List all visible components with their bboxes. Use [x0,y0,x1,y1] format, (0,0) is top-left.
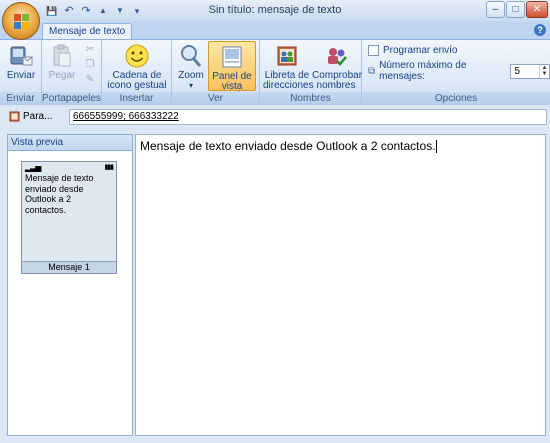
group-label-opciones: Opciones [362,92,550,105]
address-book-label-line2: direcciones [263,80,314,91]
battery-icon: ▮▮▮ [104,164,114,171]
send-icon [10,46,33,66]
to-button[interactable]: Para... [9,111,52,122]
paste-label: Pegar [48,70,76,81]
preview-pane-button[interactable]: Panel de vista previa [208,41,256,102]
max-messages-icon: ⧉ [368,65,376,77]
magnifier-icon [181,45,202,67]
zoom-dropdown-arrow: ▾ [188,81,193,90]
emoticon-button[interactable]: Cadena de icono gestual ▾ [105,41,169,101]
close-button[interactable]: ✕ [526,1,548,18]
group-enviar: Enviar Enviar [0,40,42,105]
spinner-arrows[interactable]: ▲ ▼ [539,64,549,78]
send-button[interactable]: Enviar [4,41,38,91]
schedule-send-checkbox[interactable] [368,45,379,56]
to-button-label: Para... [23,111,53,122]
message-editor[interactable]: Mensaje de texto enviado desde Outlook a… [135,134,546,436]
copy-icon[interactable]: ❐ [82,59,98,73]
address-book-icon [277,46,297,66]
group-opciones: Programar envío ⧉ Número máximo de mensa… [362,40,550,105]
help-icon[interactable]: ? [534,24,546,36]
signal-icon: ▂▃▅ [25,162,42,172]
preview-pane-header: Vista previa [8,135,132,151]
send-label: Enviar [6,70,36,81]
smiley-icon [125,44,149,68]
ribbon: Enviar Enviar Pegar ✂ ❐ ✎ Portapapeles C… [0,39,550,105]
schedule-send-label: Programar envío [383,45,458,56]
zoom-label: Zoom [178,70,204,81]
message-text: Mensaje de texto enviado desde Outlook a… [140,139,436,153]
title-bar: 💾 ↶ ↷ ▲ ▼ ▾ Sin título: mensaje de texto… [0,0,550,22]
paste-button[interactable]: Pegar [46,41,78,91]
max-messages-value[interactable]: 5 [511,65,539,78]
phone-status-bar: ▂▃▅ ▮▮▮ [22,162,116,172]
recipient-bar: Para... 666555999; 666333222 [0,105,550,130]
group-label-enviar: Enviar [0,92,41,105]
check-names-button[interactable]: Comprobar nombres [312,41,362,91]
office-logo-icon [14,14,29,29]
maximize-button[interactable]: □ [506,1,525,18]
phone-preview: ▂▃▅ ▮▮▮ Mensaje de texto enviado desde O… [21,161,117,274]
cut-icon[interactable]: ✂ [82,44,98,58]
group-nombres: Libreta de direcciones Comprobar nombres… [260,40,362,105]
group-label-insertar: Insertar [102,92,171,105]
recipients-input[interactable]: 666555999; 666333222 [69,109,547,125]
address-book-button[interactable]: Libreta de direcciones [263,41,314,91]
group-label-ver: Ver [172,92,259,105]
group-insertar: Cadena de icono gestual ▾ Insertar [102,40,172,105]
window-controls: – □ ✕ [486,1,548,18]
address-book-small-icon [9,111,20,122]
preview-pane-icon [222,46,242,68]
recipients-value: 666555999; 666333222 [73,111,179,122]
minimize-button[interactable]: – [486,1,505,18]
check-names-label-line2: nombres [316,80,356,91]
paste-icon [53,44,71,67]
text-caret [435,140,437,153]
max-messages-row: ⧉ Número máximo de mensajes: 5 ▲ ▼ [368,60,550,82]
group-portapapeles: Pegar ✂ ❐ ✎ Portapapeles [42,40,102,105]
check-names-icon [328,48,347,66]
format-painter-icon[interactable]: ✎ [82,74,98,88]
message-body[interactable]: Mensaje de texto enviado desde Outlook a… [136,135,545,157]
preview-pane: Vista previa ▂▃▅ ▮▮▮ Mensaje de texto en… [7,134,133,436]
zoom-button[interactable]: Zoom ▾ [175,41,207,91]
window-title: Sin título: mensaje de texto [208,4,342,16]
group-label-nombres: Nombres [260,92,361,105]
group-ver: Zoom ▾ Panel de vista previa Ver [172,40,260,105]
group-label-portapapeles: Portapapeles [42,92,101,105]
phone-message-text: Mensaje de texto enviado desde Outlook a… [25,173,94,215]
office-button[interactable] [2,2,40,40]
tab-mensaje-de-texto[interactable]: Mensaje de texto [42,23,133,39]
ribbon-tab-row: Mensaje de texto ? [0,22,550,39]
phone-message-counter: Mensaje 1 [22,261,116,273]
schedule-send-row[interactable]: Programar envío [368,45,457,56]
max-messages-label: Número máximo de mensajes: [379,60,467,82]
max-messages-spinner[interactable]: 5 ▲ ▼ [510,63,550,79]
